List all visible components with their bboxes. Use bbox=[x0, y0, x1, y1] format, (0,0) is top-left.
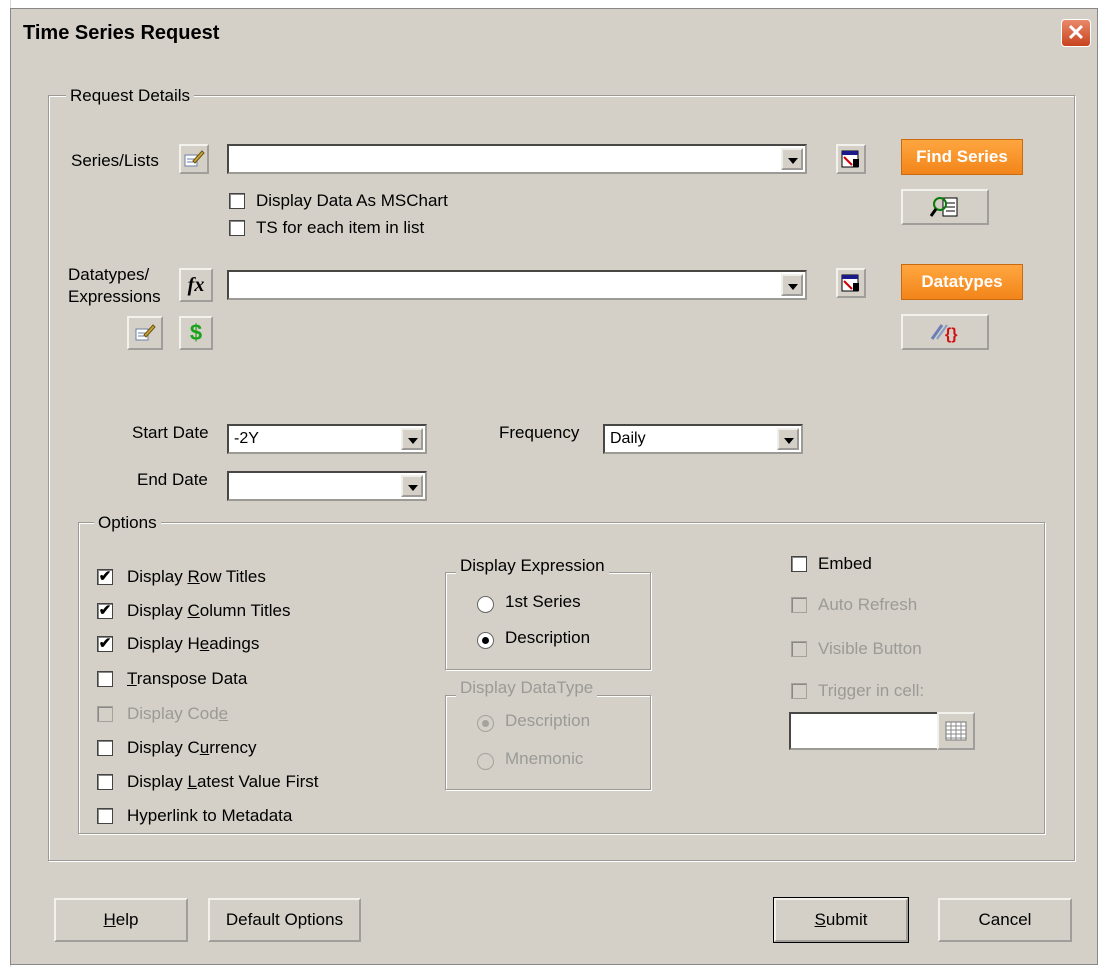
datatypes-label-line1: Datatypes/ bbox=[68, 265, 150, 284]
svg-text:{}: {} bbox=[945, 326, 957, 343]
start-date-combo[interactable]: -2Y bbox=[227, 424, 427, 454]
datatype-description-radio[interactable] bbox=[477, 715, 494, 732]
series-lists-combo[interactable] bbox=[227, 144, 807, 174]
title-bar: Time Series Request ✕ bbox=[11, 9, 1097, 57]
option-checkbox[interactable] bbox=[97, 671, 113, 687]
cancel-label: Cancel bbox=[978, 910, 1032, 929]
end-date-combo[interactable] bbox=[227, 471, 427, 501]
dialog-title: Time Series Request bbox=[23, 22, 220, 44]
default-options-label: Default Options bbox=[225, 910, 344, 929]
datatypes-combo[interactable] bbox=[227, 270, 807, 300]
trigger-cell-input[interactable] bbox=[789, 712, 939, 750]
option-checkbox[interactable] bbox=[97, 706, 113, 722]
frequency-combo[interactable]: Daily bbox=[603, 424, 803, 454]
help-rest: elp bbox=[115, 910, 139, 929]
expression-description-radio[interactable] bbox=[477, 632, 494, 649]
end-date-label: End Date bbox=[137, 470, 208, 489]
help-accel: H bbox=[103, 910, 116, 929]
embed-checkbox[interactable] bbox=[791, 556, 807, 572]
close-button[interactable]: ✕ bbox=[1061, 19, 1091, 47]
expression-description-label: Description bbox=[505, 628, 591, 647]
option-label: Display Latest Value First bbox=[127, 772, 319, 791]
visible-button-checkbox[interactable] bbox=[791, 641, 807, 657]
dollar-icon: $ bbox=[189, 320, 203, 345]
edit-list-icon bbox=[181, 146, 207, 172]
datatype-description-label: Description bbox=[505, 711, 591, 730]
time-series-dialog: Time Series Request ✕ Request Details Se… bbox=[10, 8, 1098, 965]
expression-braces-icon: {} bbox=[903, 316, 987, 348]
close-icon: ✕ bbox=[1066, 20, 1086, 45]
search-document-icon bbox=[903, 191, 987, 223]
table-lookup-icon bbox=[838, 270, 864, 296]
option-label: Display Column Titles bbox=[127, 601, 291, 620]
frequency-label: Frequency bbox=[499, 423, 580, 442]
trigger-in-cell-checkbox[interactable] bbox=[791, 683, 807, 699]
series-search-button[interactable] bbox=[901, 189, 989, 225]
submit-button[interactable]: Submit bbox=[773, 897, 909, 943]
series-lists-label: Series/Lists bbox=[71, 151, 159, 170]
display-datatype-legend: Display DataType bbox=[456, 678, 598, 698]
submit-accel: S bbox=[814, 910, 826, 929]
start-date-value: -2Y bbox=[234, 430, 259, 447]
option-label: Display Currency bbox=[127, 738, 257, 757]
table-lookup-icon bbox=[838, 146, 864, 172]
edit-list-icon bbox=[129, 318, 161, 348]
cancel-button[interactable]: Cancel bbox=[938, 898, 1072, 942]
option-label: Display Headings bbox=[127, 634, 260, 653]
start-date-label: Start Date bbox=[132, 423, 209, 442]
chevron-down-icon[interactable] bbox=[401, 428, 423, 450]
option-checkbox[interactable] bbox=[97, 774, 113, 790]
display-mschart-label: Display Data As MSChart bbox=[256, 191, 448, 210]
option-checkbox[interactable]: ✔ bbox=[97, 603, 113, 619]
option-label: Display Row Titles bbox=[127, 567, 266, 586]
trigger-in-cell-label: Trigger in cell: bbox=[818, 681, 925, 700]
datatypes-lookup-button[interactable] bbox=[836, 268, 866, 298]
expression-builder-button[interactable]: {} bbox=[901, 314, 989, 350]
frequency-value: Daily bbox=[610, 430, 646, 447]
embed-label: Embed bbox=[818, 554, 872, 573]
visible-button-label: Visible Button bbox=[818, 639, 922, 658]
chevron-down-icon[interactable] bbox=[401, 475, 423, 497]
fx-icon: fx bbox=[187, 273, 205, 296]
option-checkbox[interactable] bbox=[97, 740, 113, 756]
chevron-down-icon[interactable] bbox=[781, 148, 803, 170]
series-lookup-button[interactable] bbox=[836, 144, 866, 174]
datatypes-button-label: Datatypes bbox=[921, 272, 1003, 291]
request-details-legend: Request Details bbox=[66, 86, 195, 106]
option-checkbox[interactable]: ✔ bbox=[97, 636, 113, 652]
options-legend: Options bbox=[94, 513, 161, 533]
find-series-button[interactable]: Find Series bbox=[901, 139, 1023, 175]
display-mschart-checkbox[interactable] bbox=[229, 193, 245, 209]
default-options-button[interactable]: Default Options bbox=[208, 898, 361, 942]
option-checkbox[interactable]: ✔ bbox=[97, 569, 113, 585]
submit-rest: ubmit bbox=[825, 910, 868, 929]
series-edit-button[interactable] bbox=[179, 144, 209, 174]
ts-each-item-checkbox[interactable] bbox=[229, 220, 245, 236]
auto-refresh-checkbox[interactable] bbox=[791, 597, 807, 613]
option-label: Hyperlink to Metadata bbox=[127, 806, 293, 825]
datatypes-button[interactable]: Datatypes bbox=[901, 264, 1023, 300]
display-datatype-group bbox=[445, 695, 651, 790]
cell-picker-button[interactable] bbox=[937, 712, 975, 750]
fx-button[interactable]: fx bbox=[179, 268, 213, 302]
option-checkbox[interactable] bbox=[97, 808, 113, 824]
grid-icon bbox=[939, 714, 973, 748]
find-series-label: Find Series bbox=[916, 147, 1008, 166]
currency-button[interactable]: $ bbox=[179, 316, 213, 350]
display-expression-group bbox=[445, 572, 651, 670]
datatypes-label-line2: Expressions bbox=[68, 287, 161, 306]
chevron-down-icon[interactable] bbox=[781, 274, 803, 296]
first-series-radio[interactable] bbox=[477, 596, 494, 613]
chevron-down-icon[interactable] bbox=[777, 428, 799, 450]
help-button[interactable]: Help bbox=[54, 898, 188, 942]
ts-each-item-label: TS for each item in list bbox=[256, 218, 425, 237]
mnemonic-label: Mnemonic bbox=[505, 749, 584, 768]
mnemonic-radio[interactable] bbox=[477, 753, 494, 770]
datatype-edit-button[interactable] bbox=[127, 316, 163, 350]
first-series-label: 1st Series bbox=[505, 592, 581, 611]
option-label: Display Code bbox=[127, 704, 229, 723]
auto-refresh-label: Auto Refresh bbox=[818, 595, 918, 614]
option-label: Transpose Data bbox=[127, 669, 248, 688]
display-expression-legend: Display Expression bbox=[456, 556, 609, 576]
